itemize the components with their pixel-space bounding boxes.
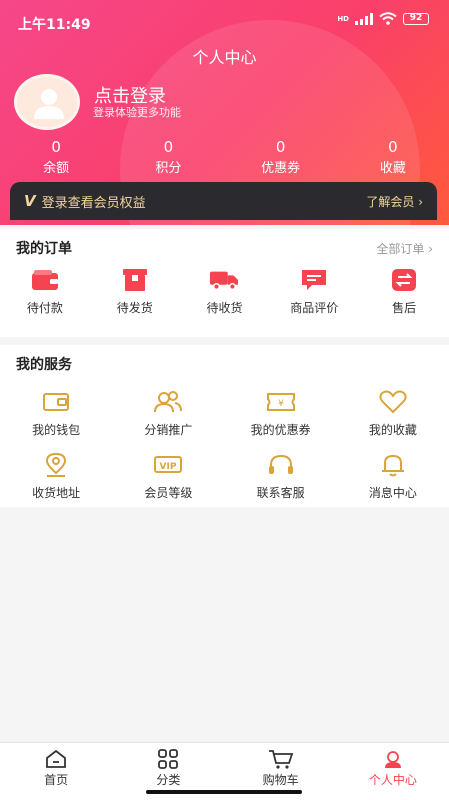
account-stats: 0 余额 0 积分 0 优惠券 0 收藏: [0, 138, 449, 176]
exchange-icon: [389, 267, 419, 293]
stat-label: 积分: [155, 161, 182, 176]
stat-value: 0: [275, 138, 286, 156]
order-after-sales[interactable]: 售后: [359, 267, 449, 327]
vip-banner-text-group: V 登录查看会员权益: [24, 192, 146, 211]
stat-value: 0: [388, 138, 398, 156]
services-card: 我的服务 我的钱包 分销推广 ¥ 我的优惠券 我的收藏 收货地址 VIP 会员等…: [0, 345, 449, 507]
service-favorites[interactable]: 我的收藏: [337, 389, 449, 438]
order-pending-receipt[interactable]: 待收货: [180, 267, 270, 327]
service-wallet[interactable]: 我的钱包: [0, 389, 112, 438]
services-grid: 我的钱包 分销推广 ¥ 我的优惠券 我的收藏 收货地址 VIP 会员等级 联系客…: [0, 383, 449, 501]
service-label: 消息中心: [368, 486, 417, 500]
service-address[interactable]: 收货地址: [0, 452, 112, 501]
stat-favorites[interactable]: 0 收藏: [337, 138, 449, 176]
order-status-row: 待付款 待发货 待收货 商品评价 售后: [0, 267, 449, 327]
users-icon: [153, 389, 183, 415]
order-label: 待发货: [116, 301, 153, 315]
coupon-icon: ¥: [266, 389, 296, 415]
chevron-right-icon: ›: [418, 194, 423, 209]
service-label: 收货地址: [32, 486, 81, 500]
order-label: 商品评价: [290, 301, 339, 315]
cart-icon: [268, 750, 293, 769]
vip-banner-text: 登录查看会员权益: [41, 195, 146, 211]
status-bar: 上午11:49 HD 92: [0, 0, 449, 40]
service-label: 会员等级: [144, 486, 193, 500]
login-subtitle: 登录体验更多功能: [93, 106, 181, 119]
user-icon: [384, 751, 401, 768]
stat-value: 0: [51, 138, 61, 156]
orders-header: 我的订单 全部订单 ›: [0, 229, 449, 267]
service-label: 我的优惠券: [250, 423, 311, 437]
service-membership[interactable]: VIP 会员等级: [112, 452, 224, 501]
vip-banner[interactable]: V 登录查看会员权益 了解会员 ›: [10, 182, 437, 220]
profile-header: 上午11:49 HD 92 个人中心 点击登录 登录体验更多功能 0 余额 0 …: [0, 0, 449, 225]
comment-icon: [299, 267, 329, 293]
tab-label: 购物车: [262, 773, 299, 787]
service-label: 联系客服: [256, 486, 305, 500]
stat-balance[interactable]: 0 余额: [0, 138, 112, 176]
service-label: 我的收藏: [368, 423, 417, 437]
home-icon: [46, 749, 67, 768]
vip-learn-more-link[interactable]: 了解会员 ›: [366, 193, 423, 210]
service-label: 分销推广: [144, 423, 193, 437]
network-type: HD: [337, 14, 349, 23]
default-avatar-icon: [34, 89, 64, 119]
services-title: 我的服务: [16, 357, 72, 373]
box-icon: [120, 267, 150, 293]
chevron-right-icon: ›: [428, 241, 433, 256]
svg-text:VIP: VIP: [160, 462, 177, 472]
status-icons: HD 92: [337, 12, 429, 25]
stat-label: 优惠券: [261, 161, 301, 176]
order-label: 待收货: [206, 301, 243, 315]
stat-coupons[interactable]: 0 优惠券: [225, 138, 337, 176]
order-pending-shipment[interactable]: 待发货: [90, 267, 180, 327]
orders-title: 我的订单: [16, 241, 72, 257]
orders-card: 我的订单 全部订单 › 待付款 待发货 待收货 商品评价 售后: [0, 229, 449, 337]
services-header: 我的服务: [0, 345, 449, 383]
truck-icon: [209, 267, 239, 293]
tab-label: 个人中心: [368, 773, 417, 787]
battery-icon: 92: [403, 12, 429, 25]
status-time: 上午11:49: [18, 17, 91, 33]
location-icon: [41, 452, 71, 478]
signal-icon: [355, 12, 373, 25]
tab-label: 分类: [156, 773, 181, 787]
service-label: 我的钱包: [32, 423, 81, 437]
wallet-outline-icon: [41, 389, 71, 415]
service-distribution[interactable]: 分销推广: [112, 389, 224, 438]
avatar[interactable]: [14, 74, 80, 130]
order-label: 售后: [392, 301, 417, 315]
order-review[interactable]: 商品评价: [269, 267, 359, 327]
vip-learn-more-label: 了解会员: [366, 194, 415, 209]
tab-profile[interactable]: 个人中心: [337, 743, 449, 800]
vip-icon: VIP: [153, 452, 183, 478]
all-orders-label: 全部订单: [376, 241, 425, 256]
all-orders-link[interactable]: 全部订单 ›: [376, 240, 433, 257]
vip-badge-icon: V: [24, 192, 36, 210]
service-messages[interactable]: 消息中心: [337, 452, 449, 501]
wifi-icon: [379, 12, 397, 25]
bell-icon: [378, 452, 408, 478]
service-support[interactable]: 联系客服: [225, 452, 337, 501]
stat-label: 收藏: [379, 161, 406, 176]
grid-icon: [158, 749, 179, 769]
headset-icon: [266, 452, 296, 478]
wallet-icon: [30, 267, 60, 293]
page-title: 个人中心: [192, 48, 257, 67]
tab-label: 首页: [44, 773, 69, 787]
svg-text:¥: ¥: [278, 399, 284, 409]
tab-home[interactable]: 首页: [0, 743, 112, 800]
service-coupons[interactable]: ¥ 我的优惠券: [225, 389, 337, 438]
home-indicator: [146, 790, 302, 794]
heart-icon: [378, 389, 408, 415]
stat-points[interactable]: 0 积分: [112, 138, 224, 176]
stat-value: 0: [163, 138, 174, 156]
order-pending-payment[interactable]: 待付款: [0, 267, 90, 327]
order-label: 待付款: [26, 301, 63, 315]
stat-label: 余额: [43, 161, 70, 176]
